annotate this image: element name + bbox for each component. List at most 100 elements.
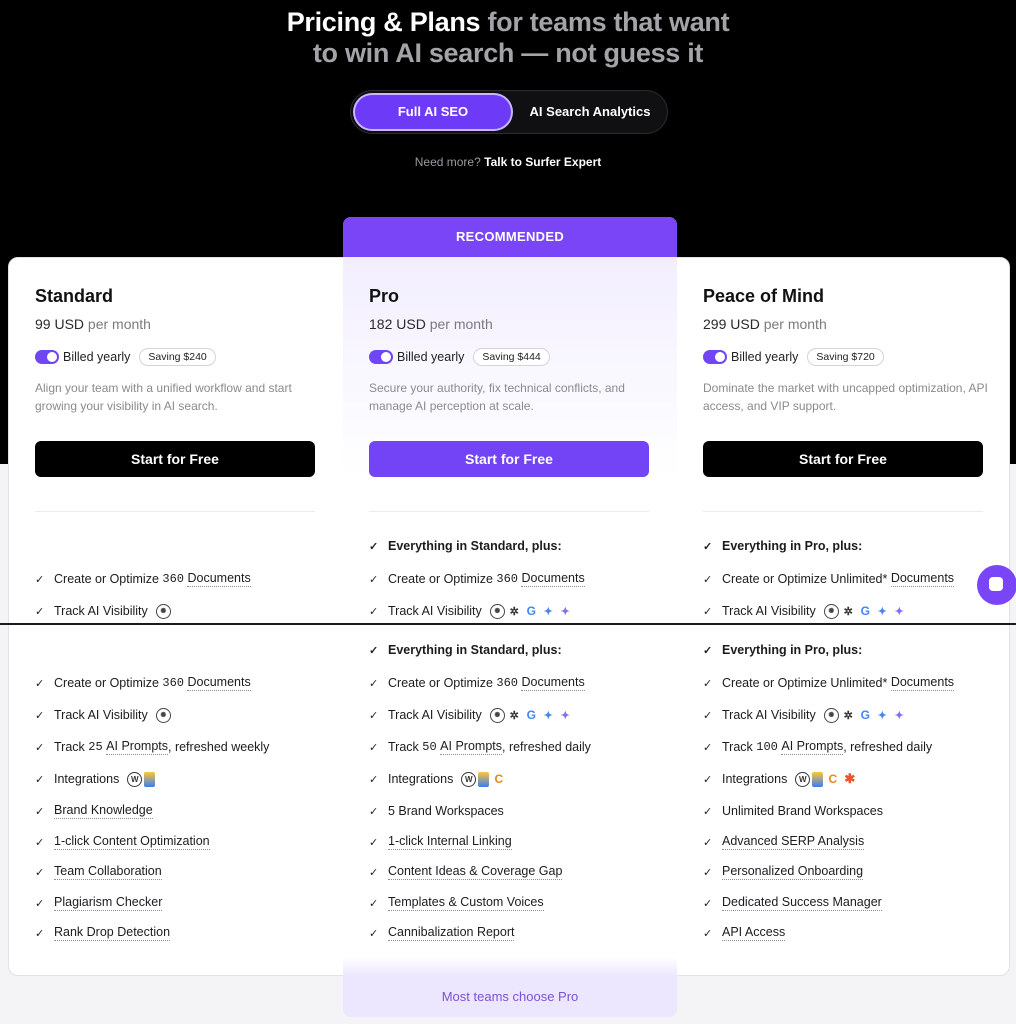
check-icon: ✓ (369, 805, 379, 818)
plan-price: 299 USD per month (703, 316, 827, 332)
chatgpt-icon: ✺ (489, 603, 505, 619)
feature-workspaces: ✓ 5 Brand Workspaces (369, 804, 504, 818)
feature-integrations: ✓ Integrations W C (369, 770, 506, 788)
billed-yearly-toggle[interactable] (369, 350, 393, 364)
check-icon: ✓ (35, 573, 45, 586)
feature-item: ✓ Brand Knowledge (35, 803, 153, 819)
start-for-free-button[interactable]: Start for Free (369, 441, 649, 477)
gemini-icon: ✦ (877, 709, 887, 722)
tab-full-ai-seo[interactable]: Full AI SEO (355, 95, 511, 129)
check-icon: ✓ (703, 677, 713, 690)
contentful-icon: C (828, 772, 838, 786)
ai-sparkle-icon: ✦ (894, 709, 904, 722)
start-for-free-button[interactable]: Start for Free (703, 441, 983, 477)
check-icon: ✓ (35, 897, 45, 910)
check-icon: ✓ (703, 540, 713, 553)
check-icon: ✓ (35, 836, 45, 849)
google-icon: G (526, 604, 536, 618)
plan-description: Secure your authority, fix technical con… (369, 381, 625, 413)
feature-documents: ✓ Create or Optimize 360 Documents (369, 571, 585, 587)
feature-everything: ✓ Everything in Standard, plus: (369, 643, 562, 657)
gemini-icon: ✦ (877, 605, 887, 618)
perplexity-icon: ✲ (509, 709, 519, 722)
check-icon: ✓ (703, 836, 713, 849)
billing-row: Billed yearly Saving $240 (35, 347, 216, 367)
feature-integrations: ✓ Integrations W (35, 770, 156, 788)
check-icon: ✓ (369, 677, 379, 690)
check-icon: ✓ (703, 897, 713, 910)
feature-documents: ✓ Create or Optimize Unlimited* Documents (703, 675, 955, 691)
check-icon: ✓ (703, 805, 713, 818)
feature-item: ✓ 1-click Internal Linking (369, 834, 512, 850)
feature-item: ✓ Team Collaboration (35, 864, 162, 880)
check-icon: ✓ (35, 605, 45, 618)
feature-workspaces: ✓ Unlimited Brand Workspaces (703, 804, 883, 818)
check-icon: ✓ (703, 773, 713, 786)
separator (35, 511, 315, 512)
start-for-free-button[interactable]: Start for Free (35, 441, 315, 477)
check-icon: ✓ (703, 866, 713, 879)
check-icon: ✓ (35, 709, 45, 722)
plan-name: Standard (35, 286, 114, 306)
feature-integrations: ✓ Integrations W C ✱ (703, 770, 857, 788)
chat-widget-button[interactable] (977, 565, 1016, 605)
check-icon: ✓ (369, 897, 379, 910)
feature-item: ✓ Cannibalization Report (369, 925, 515, 941)
check-icon: ✓ (369, 605, 379, 618)
need-more-text: Need more? (414, 155, 481, 169)
check-icon: ✓ (703, 741, 713, 754)
billing-row: Billed yearly Saving $444 (369, 347, 550, 367)
chatgpt-icon: ✺ (155, 707, 171, 723)
feature-everything: ✓ Everything in Pro, plus: (703, 643, 863, 657)
feature-visibility: ✓ Track AI Visibility ✺ (35, 602, 171, 620)
billed-yearly-toggle[interactable] (35, 350, 59, 364)
google-docs-icon (478, 771, 490, 787)
feature-item: ✓ Advanced SERP Analysis (703, 834, 865, 850)
saving-badge: Saving $720 (807, 348, 884, 366)
pro-footer-note: Most teams choose Pro (441, 989, 579, 1004)
need-more-line: Need more? Talk to Surfer Expert (0, 155, 1016, 169)
check-icon: ✓ (703, 605, 713, 618)
plan-description: Dominate the market with uncapped optimi… (703, 381, 988, 413)
check-icon: ✓ (369, 927, 379, 940)
separator (369, 511, 649, 512)
google-icon: G (526, 708, 536, 722)
feature-prompts: ✓ Track 50 AI Prompts, refreshed daily (369, 739, 591, 755)
billed-yearly-label: Billed yearly (63, 350, 131, 364)
talk-to-expert-link[interactable]: Talk to Surfer Expert (484, 155, 601, 169)
feature-item: ✓ Rank Drop Detection (35, 925, 171, 941)
feature-everything: ✓ Everything in Pro, plus: (703, 539, 863, 553)
recommended-banner: RECOMMENDED (343, 217, 677, 257)
ai-sparkle-icon: ✦ (894, 605, 904, 618)
check-icon: ✓ (369, 836, 379, 849)
check-icon: ✓ (703, 709, 713, 722)
wordpress-icon: W (795, 771, 811, 787)
billed-yearly-toggle[interactable] (703, 350, 727, 364)
tab-ai-search-analytics[interactable]: AI Search Analytics (515, 95, 665, 129)
chatgpt-icon: ✺ (489, 707, 505, 723)
google-docs-icon (144, 771, 156, 787)
feature-documents: ✓ Create or Optimize 360 Documents (35, 675, 251, 691)
billing-row: Billed yearly Saving $720 (703, 347, 884, 367)
feature-documents: ✓ Create or Optimize Unlimited* Documents (703, 571, 955, 587)
check-icon: ✓ (369, 644, 379, 657)
chatgpt-icon: ✺ (823, 707, 839, 723)
billed-yearly-label: Billed yearly (731, 350, 799, 364)
feature-documents: ✓ Create or Optimize 360 Documents (35, 571, 251, 587)
screenshot-seam (0, 623, 1016, 625)
plan-price: 182 USD per month (369, 316, 493, 332)
check-icon: ✓ (369, 741, 379, 754)
feature-prompts: ✓ Track 100 AI Prompts, refreshed daily (703, 739, 933, 755)
perplexity-icon: ✲ (843, 709, 853, 722)
gemini-icon: ✦ (543, 709, 553, 722)
plan-description: Align your team with a unified workflow … (35, 381, 292, 413)
check-icon: ✓ (369, 773, 379, 786)
feature-item: ✓ Plagiarism Checker (35, 895, 163, 911)
saving-badge: Saving $444 (473, 348, 550, 366)
asterisk-app-icon: ✱ (844, 771, 856, 786)
check-icon: ✓ (369, 573, 379, 586)
feature-visibility: ✓ Track AI Visibility ✺ ✲ G ✦ ✦ (369, 706, 573, 724)
check-icon: ✓ (703, 927, 713, 940)
gemini-icon: ✦ (543, 605, 553, 618)
google-icon: G (860, 604, 870, 618)
